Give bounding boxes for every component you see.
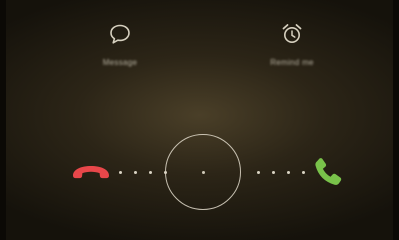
remind-me-quick-action[interactable]: Remind me (237, 22, 347, 67)
speech-bubble-icon (110, 24, 130, 44)
message-quick-action[interactable]: Message (65, 22, 175, 67)
answer-swipe-dots (257, 171, 305, 174)
phone-icon[interactable] (310, 154, 348, 190)
swipe-handle-center (202, 171, 205, 174)
alarm-clock-icon (282, 24, 302, 43)
incoming-call-screen: Message Remind me (6, 0, 393, 240)
remind-me-label: Remind me (270, 58, 314, 67)
message-label: Message (102, 58, 138, 67)
phone-hangup-icon[interactable] (70, 160, 112, 184)
decline-swipe-dots (119, 171, 167, 174)
